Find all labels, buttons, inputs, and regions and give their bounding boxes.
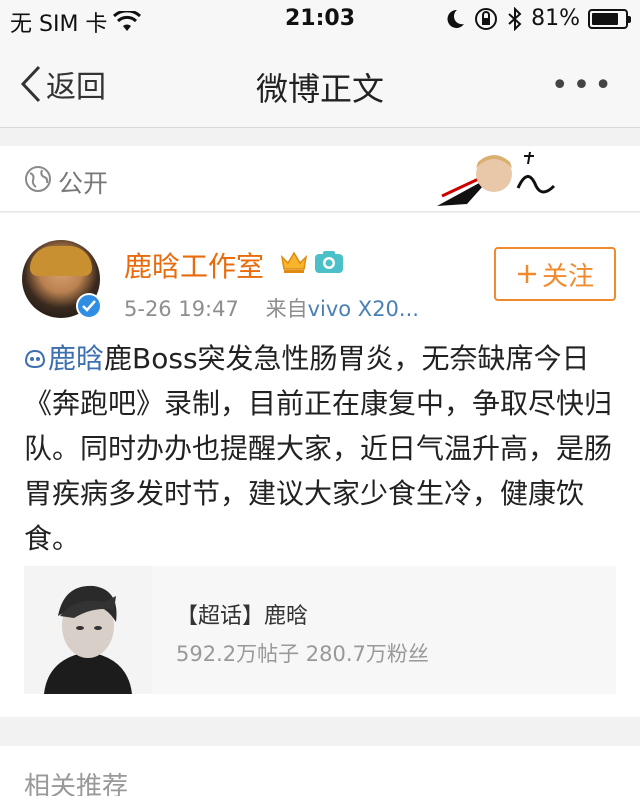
supertopic-card[interactable]: 【超话】鹿晗 592.2万帖子 280.7万粉丝: [24, 566, 616, 694]
post-timestamp: 5-26 19:47: [124, 297, 239, 321]
topic-card-title: 【超话】鹿晗: [176, 604, 309, 629]
post-meta: 5-26 19:47 来自vivo X20...: [124, 293, 419, 323]
topic-link-label: 鹿晗: [48, 342, 105, 375]
moon-icon: [447, 9, 465, 28]
paw-icon: [24, 349, 46, 369]
signature-badge-image: [437, 151, 556, 206]
more-options-button[interactable]: •••: [551, 68, 616, 103]
battery-fill: [592, 12, 618, 25]
follow-label: 关注: [541, 261, 594, 292]
related-title: 相关推荐: [24, 772, 129, 796]
visibility-bar: 公开: [0, 146, 640, 212]
battery-icon: [588, 8, 631, 29]
weibo-post: 鹿晗工作室 5-26 19:47 来自vivo X20... 关注 鹿晗鹿Bos…: [0, 213, 640, 717]
crown-icon[interactable]: [280, 249, 308, 275]
visibility-label: 公开: [58, 169, 109, 198]
topic-card-stats: 592.2万帖子 280.7万粉丝: [176, 642, 429, 666]
topic-thumbnail-image: [24, 566, 152, 694]
orientation-lock-icon: [475, 7, 498, 30]
page-title: 微博正文: [255, 70, 384, 108]
post-body: 鹿晗鹿Boss突发急性肠胃炎，无奈缺席今日《奔跑吧》录制，目前正在康复中，争取尽…: [24, 336, 620, 561]
topic-link[interactable]: 鹿晗: [24, 342, 104, 375]
checkmark-icon: [82, 300, 96, 312]
bluetooth-icon: [508, 6, 522, 31]
status-bar: 无 SIM 卡 21:03 81%: [0, 0, 640, 40]
author-name[interactable]: 鹿晗工作室: [124, 245, 264, 285]
follow-button[interactable]: 关注: [494, 247, 616, 301]
related-section: 相关推荐: [0, 746, 640, 796]
post-body-text: 鹿Boss突发急性肠胃炎，无奈缺席今日《奔跑吧》录制，目前正在康复中，争取尽快归…: [24, 342, 613, 555]
nav-bar: 返回 微博正文 •••: [0, 40, 640, 128]
post-source[interactable]: vivo X20...: [308, 297, 419, 321]
avatar-hair: [30, 246, 92, 276]
verified-icon: [76, 293, 102, 319]
source-prefix: 来自: [265, 297, 308, 321]
status-icons: 81%: [445, 6, 631, 31]
plus-icon: [517, 265, 536, 283]
battery-percent: 81%: [531, 6, 580, 31]
globe-icon: [25, 166, 51, 192]
camera-icon[interactable]: [314, 249, 344, 275]
